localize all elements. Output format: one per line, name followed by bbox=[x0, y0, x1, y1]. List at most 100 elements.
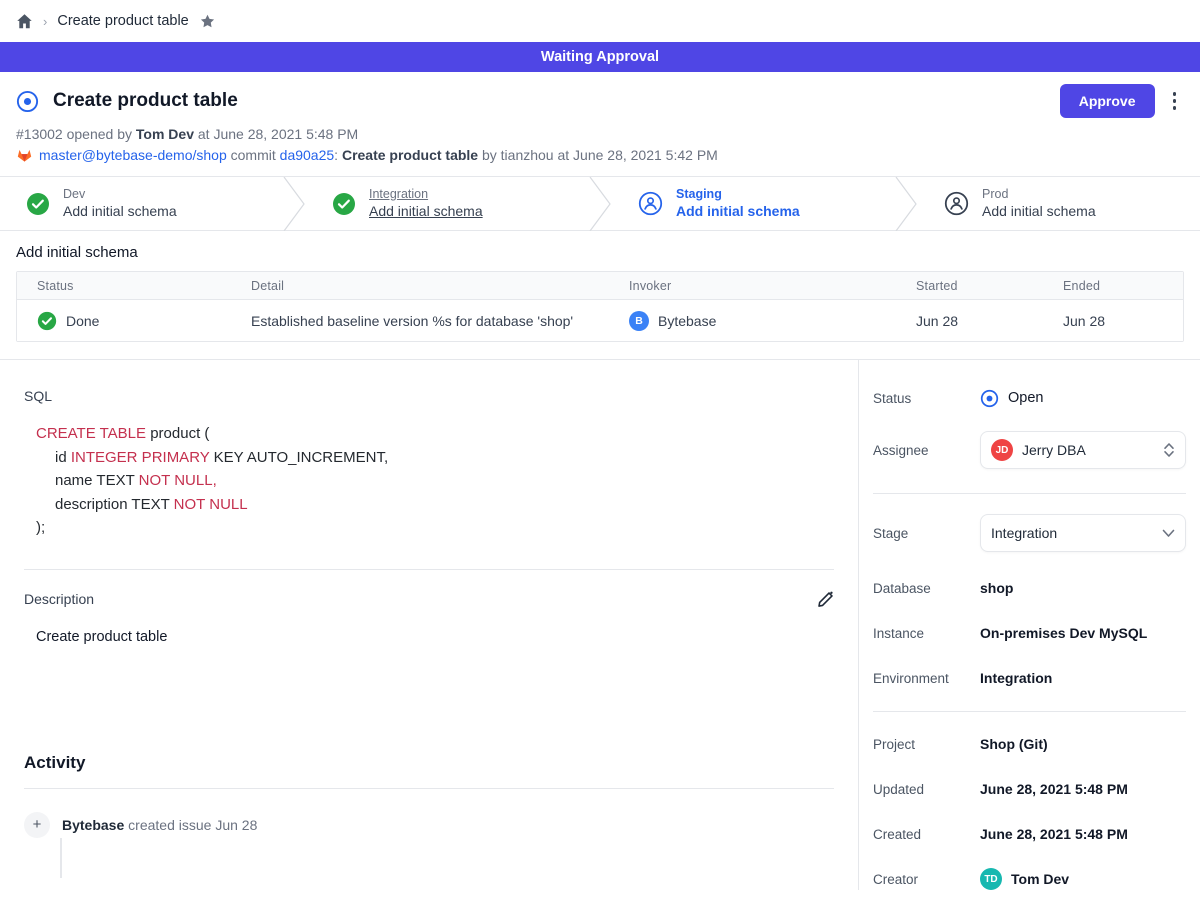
status-banner-text: Waiting Approval bbox=[541, 49, 659, 65]
database-row: Database shop bbox=[873, 576, 1186, 600]
project-row: Project Shop (Git) bbox=[873, 732, 1186, 756]
stage-staging[interactable]: Staging Add initial schema bbox=[612, 177, 894, 230]
home-icon[interactable] bbox=[16, 13, 33, 30]
stage-separator-icon bbox=[588, 177, 612, 231]
stage-dev[interactable]: Dev Add initial schema bbox=[0, 177, 282, 230]
sql-label: SQL bbox=[24, 388, 834, 404]
creator-label: Creator bbox=[873, 872, 980, 887]
stage-separator-icon bbox=[894, 177, 918, 231]
pipeline-bar: Dev Add initial schema Integration Add i… bbox=[0, 176, 1200, 231]
task-status: Done bbox=[66, 313, 99, 329]
task-done-icon bbox=[37, 311, 57, 331]
activity-action: created issue Jun 28 bbox=[128, 817, 257, 833]
status-row: Status Open bbox=[873, 386, 1186, 410]
created-row: Created June 28, 2021 5:48 PM bbox=[873, 822, 1186, 846]
sql-statement: CREATE TABLE product ( id INTEGER PRIMAR… bbox=[36, 422, 834, 540]
breadcrumb-bar: › Create product table bbox=[0, 0, 1200, 42]
assignee-row: Assignee JD Jerry DBA bbox=[873, 431, 1186, 469]
instance-value: On-premises Dev MySQL bbox=[980, 625, 1147, 641]
stage-done-icon bbox=[332, 192, 356, 216]
assignee-avatar: JD bbox=[991, 439, 1013, 461]
issue-open-time: at June 28, 2021 5:48 PM bbox=[198, 126, 358, 142]
stage-env-label: Integration bbox=[369, 186, 483, 203]
database-label: Database bbox=[873, 581, 980, 596]
page-title: Create product table bbox=[53, 90, 238, 112]
timeline-connector bbox=[60, 838, 62, 878]
issue-open-icon bbox=[16, 90, 39, 113]
issue-id: #13002 opened by bbox=[16, 126, 132, 142]
environment-label: Environment bbox=[873, 671, 980, 686]
more-actions-icon[interactable] bbox=[1165, 86, 1185, 116]
stage-pending-approval-icon bbox=[638, 191, 663, 216]
invoker-avatar: B bbox=[629, 311, 649, 331]
stage-row: Stage Integration bbox=[873, 514, 1186, 552]
col-invoker: Invoker bbox=[629, 279, 916, 293]
stage-done-icon bbox=[26, 192, 50, 216]
breadcrumb-current[interactable]: Create product table bbox=[57, 13, 188, 29]
assignee-select[interactable]: JD Jerry DBA bbox=[980, 431, 1186, 469]
created-label: Created bbox=[873, 827, 980, 842]
commit-hash-link[interactable]: da90a25 bbox=[280, 147, 335, 163]
activity-actor: Bytebase bbox=[62, 817, 124, 833]
commit-line: master@bytebase-demo/shop commit da90a25… bbox=[16, 147, 1184, 163]
col-started: Started bbox=[916, 279, 1063, 293]
stage-label: Stage bbox=[873, 526, 980, 541]
task-detail: Established baseline version %s for data… bbox=[251, 313, 629, 329]
col-detail: Detail bbox=[251, 279, 629, 293]
task-table: Status Detail Invoker Started Ended Done… bbox=[16, 271, 1184, 342]
stage-integration[interactable]: Integration Add initial schema bbox=[306, 177, 588, 230]
task-table-header: Status Detail Invoker Started Ended bbox=[17, 272, 1183, 300]
approve-button[interactable]: Approve bbox=[1060, 84, 1155, 118]
breadcrumb-separator-icon: › bbox=[43, 14, 47, 29]
open-status-icon bbox=[980, 389, 999, 408]
updated-row: Updated June 28, 2021 5:48 PM bbox=[873, 777, 1186, 801]
gitlab-icon bbox=[16, 147, 33, 163]
updated-label: Updated bbox=[873, 782, 980, 797]
stage-prod[interactable]: Prod Add initial schema bbox=[918, 177, 1200, 230]
stage-separator-icon bbox=[282, 177, 306, 231]
commit-word: commit bbox=[231, 147, 276, 163]
divider bbox=[24, 788, 834, 789]
activity-title: Activity bbox=[24, 753, 834, 773]
chevron-down-icon bbox=[1162, 529, 1175, 538]
col-status: Status bbox=[17, 279, 251, 293]
status-value: Open bbox=[1008, 390, 1043, 406]
stage-task-label: Add initial schema bbox=[676, 202, 800, 221]
creator-value: Tom Dev bbox=[1011, 871, 1069, 887]
creator-avatar: TD bbox=[980, 868, 1002, 890]
description-label: Description bbox=[24, 591, 817, 607]
task-started: Jun 28 bbox=[916, 313, 1063, 329]
issue-detail-panel: SQL CREATE TABLE product ( id INTEGER PR… bbox=[0, 360, 858, 890]
plus-icon: + bbox=[24, 812, 50, 838]
star-icon[interactable] bbox=[199, 13, 216, 30]
issue-header: Create product table Approve #13002 open… bbox=[0, 72, 1200, 176]
task-section-title: Add initial schema bbox=[16, 244, 1184, 261]
description-content: Create product table bbox=[36, 629, 834, 645]
table-row[interactable]: Done Established baseline version %s for… bbox=[17, 300, 1183, 341]
instance-row: Instance On-premises Dev MySQL bbox=[873, 621, 1186, 645]
stage-task-label: Add initial schema bbox=[369, 202, 483, 221]
stage-task-label: Add initial schema bbox=[63, 202, 177, 221]
issue-author: Tom Dev bbox=[136, 126, 194, 142]
commit-message: Create product table bbox=[342, 147, 478, 163]
divider bbox=[873, 493, 1186, 494]
status-banner: Waiting Approval bbox=[0, 42, 1200, 72]
assignee-value: Jerry DBA bbox=[1022, 442, 1154, 458]
divider bbox=[873, 711, 1186, 712]
col-ended: Ended bbox=[1063, 279, 1183, 293]
environment-value: Integration bbox=[980, 670, 1052, 686]
status-label: Status bbox=[873, 391, 980, 406]
divider bbox=[24, 569, 834, 570]
assignee-label: Assignee bbox=[873, 443, 980, 458]
created-value: June 28, 2021 5:48 PM bbox=[980, 826, 1128, 842]
instance-label: Instance bbox=[873, 626, 980, 641]
branch-link[interactable]: master@bytebase-demo/shop bbox=[39, 147, 227, 163]
issue-sidebar: Status Open Assignee JD Jerry DBA Stage … bbox=[858, 360, 1200, 890]
stage-select[interactable]: Integration bbox=[980, 514, 1186, 552]
edit-pencil-icon[interactable] bbox=[817, 591, 834, 608]
updown-chevron-icon bbox=[1163, 442, 1175, 458]
stage-pending-approval-icon bbox=[944, 191, 969, 216]
updated-value: June 28, 2021 5:48 PM bbox=[980, 781, 1128, 797]
project-label: Project bbox=[873, 737, 980, 752]
task-invoker: Bytebase bbox=[658, 313, 716, 329]
